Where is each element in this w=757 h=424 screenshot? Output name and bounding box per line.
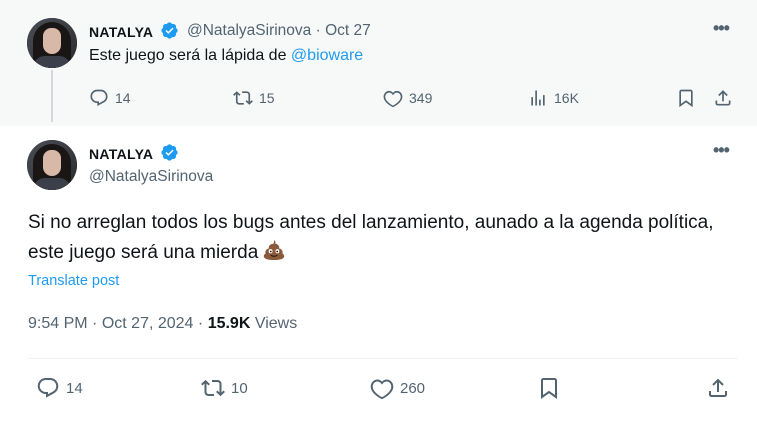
thread-line: [51, 70, 53, 122]
views-button[interactable]: 16K: [528, 88, 579, 108]
handle-link[interactable]: @NatalyaSirinova: [89, 168, 213, 186]
divider: [28, 358, 738, 359]
tweet-date[interactable]: Oct 27, 2024: [102, 315, 194, 332]
more-options-button[interactable]: •••: [713, 140, 730, 161]
like-count: 349: [409, 90, 433, 106]
bookmark-icon: [679, 89, 693, 108]
repost-button[interactable]: 15: [233, 88, 275, 108]
tweet-text: Si no arreglan todos los bugs antes del …: [28, 212, 714, 263]
tweet-time[interactable]: 9:54 PM: [28, 315, 88, 332]
display-name[interactable]: NATALYA: [89, 146, 153, 162]
reply-icon: [37, 378, 59, 398]
heart-icon: [370, 379, 394, 400]
tweet-metadata: 9:54 PM · Oct 27, 2024 · 15.9K Views: [28, 315, 298, 332]
repost-button[interactable]: 10: [201, 376, 248, 400]
repost-count: 10: [231, 379, 248, 397]
more-options-button[interactable]: •••: [713, 18, 730, 39]
repost-icon: [233, 91, 253, 105]
like-count: 260: [400, 379, 426, 397]
bookmark-button[interactable]: [676, 88, 696, 108]
views-chart-icon: [531, 90, 545, 106]
repost-icon: [201, 379, 225, 397]
bookmark-button[interactable]: [537, 376, 561, 400]
display-name[interactable]: NATALYA: [89, 24, 153, 40]
views-count: 16K: [554, 90, 579, 106]
avatar[interactable]: [27, 140, 77, 190]
reply-count: 14: [66, 379, 83, 397]
handle-link[interactable]: @NatalyaSirinova · Oct 27: [187, 22, 371, 40]
share-button[interactable]: [713, 88, 733, 108]
pile-of-poo-emoji-icon: [264, 240, 285, 260]
bookmark-icon: [541, 378, 557, 399]
translate-post-link[interactable]: Translate post: [28, 273, 119, 289]
like-button[interactable]: 349: [383, 88, 432, 108]
verified-badge-icon: [161, 144, 178, 161]
heart-icon: [383, 90, 403, 108]
share-icon: [709, 378, 727, 397]
verified-badge-icon: [161, 22, 178, 39]
parent-tweet[interactable]: NATALYA @NatalyaSirinova · Oct 27 ••• Es…: [0, 0, 757, 126]
share-button[interactable]: [706, 376, 730, 400]
share-icon: [715, 90, 731, 106]
parent-tweet-text: Este juego será la lápida de @bioware: [89, 47, 364, 64]
mention-link[interactable]: @bioware: [291, 47, 363, 64]
reply-button[interactable]: 14: [36, 376, 83, 400]
reply-button[interactable]: 14: [89, 88, 131, 108]
tweet-date[interactable]: Oct 27: [325, 22, 371, 39]
avatar[interactable]: [27, 18, 77, 68]
views-label: Views: [254, 315, 298, 332]
views-count: 15.9K: [207, 315, 251, 332]
separator-dot: ·: [315, 22, 321, 39]
like-button[interactable]: 260: [370, 376, 425, 400]
reply-icon: [90, 89, 108, 106]
reply-count: 14: [115, 90, 131, 106]
repost-count: 15: [259, 90, 275, 106]
